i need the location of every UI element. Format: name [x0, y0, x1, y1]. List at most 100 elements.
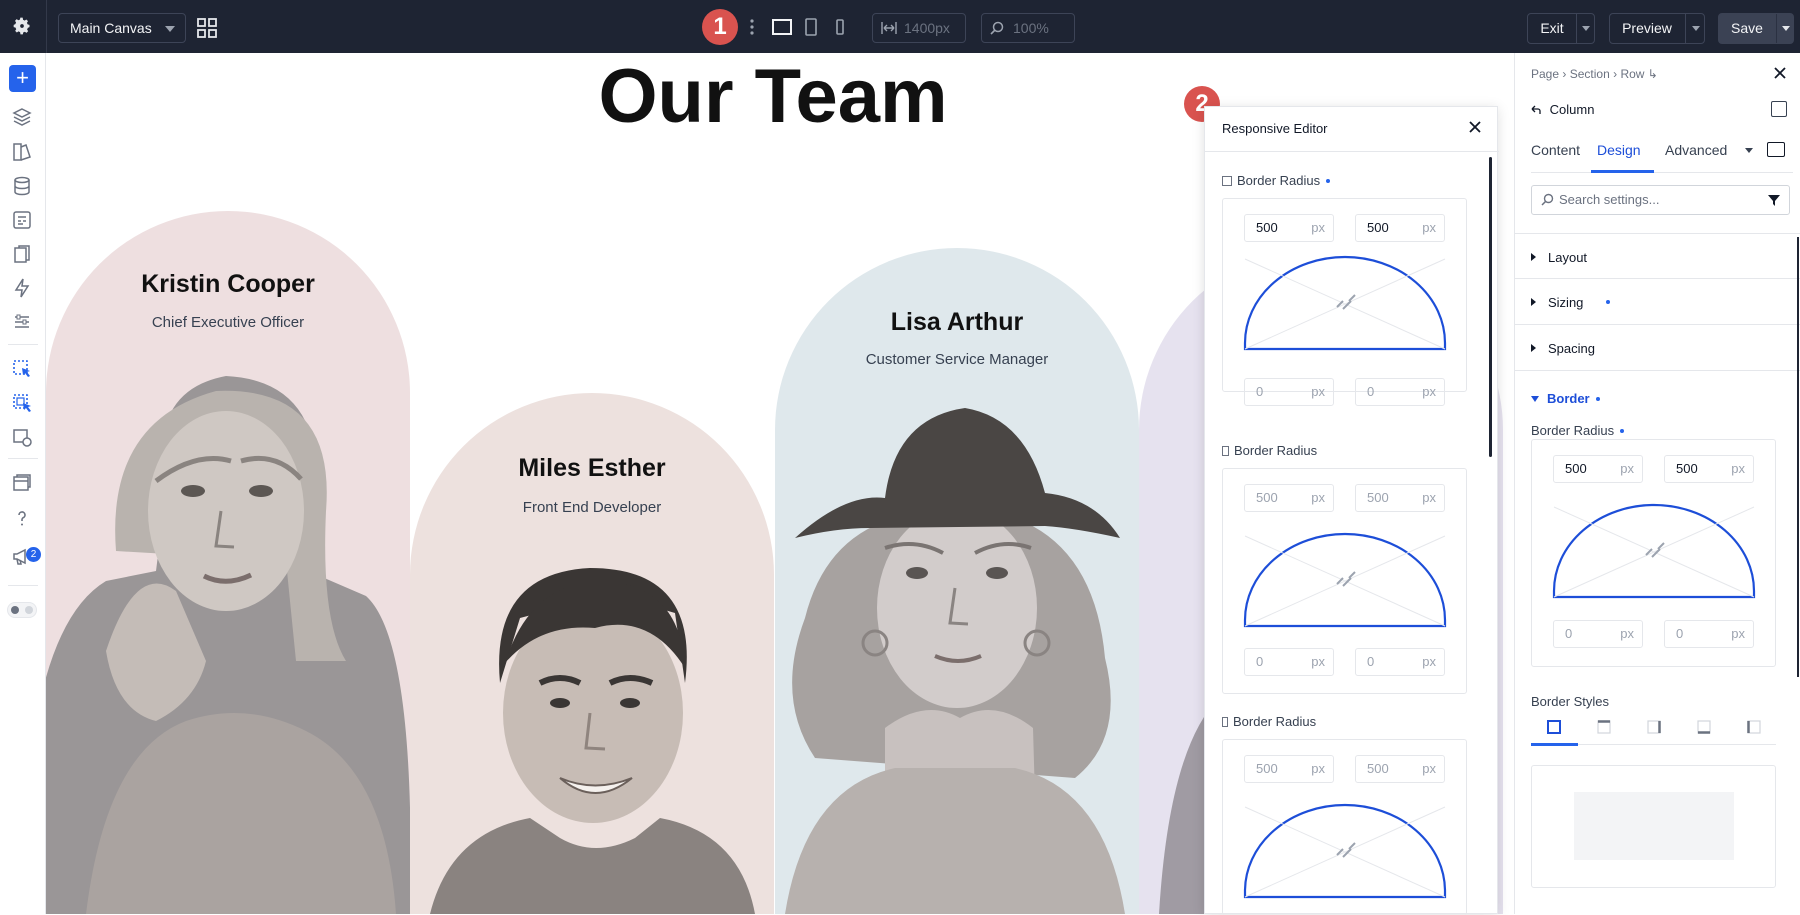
group-sizing[interactable]: Sizing: [1515, 279, 1800, 325]
canvas-select[interactable]: Main Canvas: [58, 13, 186, 43]
bottom-left-radius-input[interactable]: 0 px: [1244, 378, 1334, 406]
library-icon[interactable]: [11, 472, 33, 494]
border-all-icon[interactable]: [1547, 720, 1561, 734]
close-icon[interactable]: [1773, 66, 1787, 80]
group-layout[interactable]: Layout: [1515, 233, 1800, 279]
bottom-left-radius-input[interactable]: 0 px: [1553, 620, 1643, 648]
bottom-right-radius-input[interactable]: 0 px: [1355, 378, 1445, 406]
top-right-radius-input[interactable]: 500 px: [1355, 484, 1445, 512]
theme-builder-icon[interactable]: [11, 141, 33, 163]
save-button[interactable]: Save: [1718, 13, 1794, 44]
portrait-image: [785, 408, 1125, 914]
chevron-down-icon[interactable]: [1745, 148, 1753, 153]
section-label: Border Radius: [1233, 714, 1317, 729]
breadcrumb-page[interactable]: Page: [1531, 67, 1559, 81]
more-vertical-icon[interactable]: [749, 18, 755, 36]
tablet-view-icon[interactable]: [800, 18, 822, 36]
chevron-down-icon[interactable]: [1582, 26, 1590, 31]
border-styles-label: Border Styles: [1531, 694, 1610, 709]
tab-content[interactable]: Content: [1531, 142, 1580, 158]
border-radius-label: Border Radius: [1531, 423, 1625, 438]
layers-icon[interactable]: [11, 106, 33, 128]
settings-panel: Page › Section › Row ↳ Column Content De…: [1514, 53, 1800, 914]
grid-icon[interactable]: [197, 18, 217, 38]
canvas-width-field[interactable]: 1400px: [872, 13, 966, 43]
bottom-right-radius-input[interactable]: 0 px: [1664, 620, 1754, 648]
scrollbar[interactable]: [1489, 157, 1492, 457]
top-left-radius-input[interactable]: 500 px: [1244, 755, 1334, 783]
border-radius-editor-phone: 500 px 500 px: [1222, 739, 1467, 915]
border-top-icon[interactable]: [1597, 720, 1611, 734]
pages-icon[interactable]: [11, 243, 33, 265]
lightning-icon[interactable]: [11, 277, 33, 299]
zoom-value: 100%: [1013, 20, 1049, 36]
filter-icon[interactable]: [1767, 193, 1781, 207]
top-left-radius-input[interactable]: 500 px: [1244, 484, 1334, 512]
image-settings-icon[interactable]: [11, 426, 33, 448]
phone-view-icon[interactable]: [829, 18, 851, 36]
preview-button[interactable]: Preview: [1609, 13, 1705, 44]
team-card-lisa[interactable]: Lisa Arthur Customer Service Manager: [775, 248, 1139, 914]
active-tab-indicator: [1591, 170, 1654, 173]
chevron-down-icon[interactable]: [1692, 26, 1700, 31]
responsive-section-phone: Border Radius: [1222, 714, 1316, 729]
top-left-radius-input[interactable]: 500 px: [1553, 455, 1643, 483]
bottom-left-radius-input[interactable]: 0 px: [1244, 648, 1334, 676]
bottom-right-radius-input[interactable]: 0 px: [1355, 648, 1445, 676]
zoom-field[interactable]: 100%: [981, 13, 1075, 43]
border-radius-editor-tablet: 500 px 500 px 0 px 0 px: [1222, 468, 1467, 694]
phone-icon: [1222, 717, 1228, 727]
toolbar-divider: [46, 0, 47, 53]
team-member-name: Kristin Cooper: [141, 270, 315, 298]
team-card-kristin[interactable]: Kristin Cooper Chief Executive Officer: [46, 211, 410, 914]
breadcrumb-separator: ›: [1562, 67, 1570, 81]
desktop-icon: [1222, 176, 1232, 186]
desktop-view-icon[interactable]: [771, 18, 793, 36]
team-member-name: Lisa Arthur: [890, 308, 1024, 336]
top-right-radius-input[interactable]: 500 px: [1664, 455, 1754, 483]
return-arrow-icon: ↳: [1647, 67, 1658, 81]
gear-icon[interactable]: [12, 16, 32, 36]
border-bottom-icon[interactable]: [1697, 720, 1711, 734]
team-card-miles[interactable]: Miles Esther Front End Developer: [410, 393, 774, 914]
caret-down-icon: [1531, 396, 1539, 402]
scrollbar[interactable]: [1797, 237, 1799, 677]
select-element-icon[interactable]: [11, 358, 33, 380]
border-side-selector: [1531, 717, 1776, 746]
breadcrumb-section[interactable]: Section: [1570, 67, 1610, 81]
database-icon[interactable]: [11, 175, 33, 197]
tab-advanced[interactable]: Advanced: [1665, 142, 1727, 158]
group-border[interactable]: Border: [1531, 391, 1600, 406]
theme-toggle[interactable]: [7, 602, 37, 618]
caret-right-icon: [1531, 298, 1536, 306]
top-left-radius-input[interactable]: 500 px: [1244, 214, 1334, 242]
settings-list-icon[interactable]: [11, 311, 33, 333]
multi-select-icon[interactable]: [11, 392, 33, 414]
chevron-down-icon[interactable]: [1782, 26, 1790, 31]
add-element-button[interactable]: +: [9, 65, 36, 92]
settings-tabs: Content Design Advanced: [1531, 133, 1793, 173]
team-member-role: Front End Developer: [522, 499, 662, 516]
search-settings-input[interactable]: Search settings...: [1531, 185, 1790, 215]
element-title: Column: [1531, 102, 1594, 117]
breadcrumb-row[interactable]: Row: [1620, 67, 1644, 81]
border-left-icon[interactable]: [1747, 720, 1761, 734]
group-spacing[interactable]: Spacing: [1515, 325, 1800, 371]
zoom-icon: [990, 21, 1004, 35]
portrait-image: [46, 376, 410, 914]
help-icon[interactable]: [11, 507, 33, 529]
tab-design[interactable]: Design: [1597, 142, 1641, 158]
search-icon: [1541, 193, 1554, 206]
border-right-icon[interactable]: [1647, 720, 1661, 734]
top-right-radius-input[interactable]: 500 px: [1355, 214, 1445, 242]
radius-preview-shape: [1243, 803, 1447, 899]
column-layout-icon[interactable]: [1771, 101, 1787, 117]
view-mode-icon[interactable]: [1767, 142, 1785, 157]
top-toolbar: Main Canvas 1 1400px 100% Exit Preview S…: [0, 0, 1800, 53]
top-right-radius-input[interactable]: 500 px: [1355, 755, 1445, 783]
close-icon[interactable]: [1467, 119, 1483, 135]
back-arrow-icon[interactable]: [1531, 105, 1541, 115]
preview-label: Preview: [1622, 20, 1672, 36]
form-icon[interactable]: [11, 209, 33, 231]
exit-button[interactable]: Exit: [1527, 13, 1595, 44]
